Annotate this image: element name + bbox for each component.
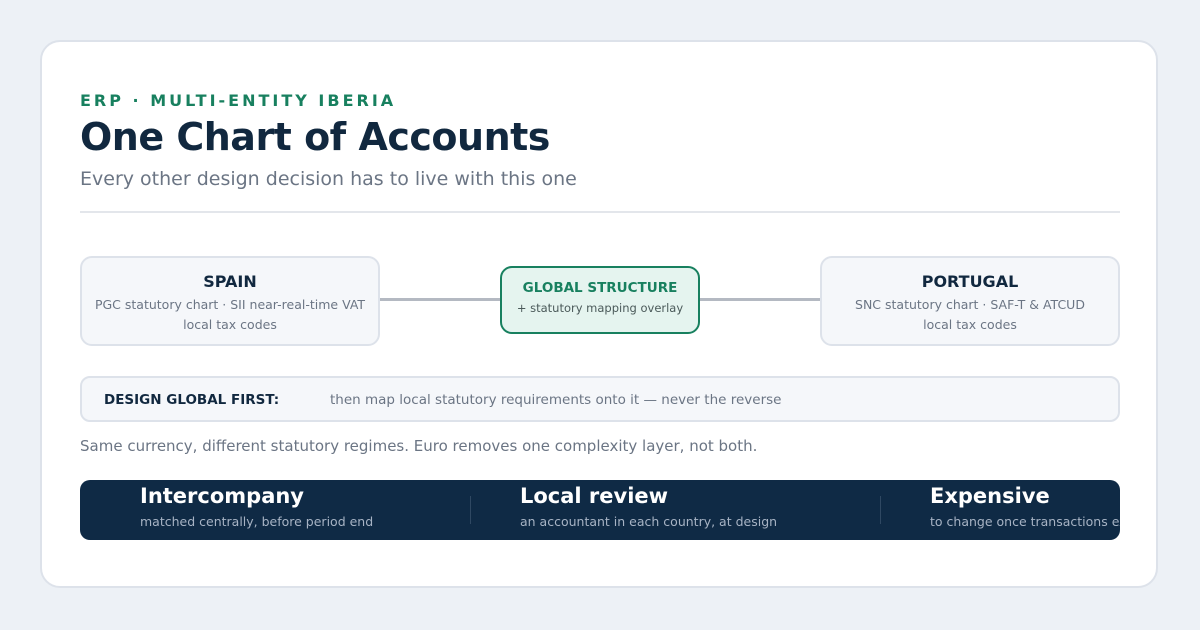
stat-detail: to change once transactions exist [930, 514, 1120, 529]
stat-divider [470, 496, 471, 524]
stat-detail: an accountant in each country, at design [520, 514, 778, 529]
portugal-tax-codes: local tax codes [923, 317, 1017, 332]
stats-band: Intercompany matched centrally, before p… [80, 480, 1120, 540]
global-structure-subtitle: + statutory mapping overlay [516, 301, 684, 315]
stat-title: Expensive [930, 484, 1050, 508]
spain-tax-codes: local tax codes [183, 317, 277, 332]
page-subtitle: Every other design decision has to live … [80, 168, 577, 190]
header-divider [80, 211, 1120, 213]
stat-divider [880, 496, 881, 524]
principle-callout: DESIGN GLOBAL FIRST: then map local stat… [80, 376, 1120, 422]
spain-box: SPAIN PGC statutory chart · SII near-rea… [80, 256, 380, 346]
portugal-title: PORTUGAL [921, 272, 1019, 291]
global-structure-box: GLOBAL STRUCTURE + statutory mapping ove… [500, 266, 700, 334]
portugal-box: PORTUGAL SNC statutory chart · SAF-T & A… [820, 256, 1120, 346]
portugal-detail: SNC statutory chart · SAF-T & ATCUD [855, 297, 1085, 312]
connector-right [700, 298, 820, 301]
stat-title: Local review [520, 484, 669, 508]
eyebrow-label: ERP · MULTI-ENTITY IBERIA [80, 91, 397, 110]
spain-title: SPAIN [203, 272, 257, 291]
connector-left [380, 298, 500, 301]
stat-detail: matched centrally, before period end [140, 514, 374, 529]
stat-title: Intercompany [140, 484, 305, 508]
principle-text: then map local statutory requirements on… [330, 392, 782, 408]
currency-note: Same currency, different statutory regim… [80, 437, 758, 455]
page-title: One Chart of Accounts [80, 115, 550, 159]
global-structure-title: GLOBAL STRUCTURE [522, 280, 678, 296]
principle-label: DESIGN GLOBAL FIRST: [104, 392, 280, 408]
spain-detail: PGC statutory chart · SII near-real-time… [94, 297, 366, 312]
